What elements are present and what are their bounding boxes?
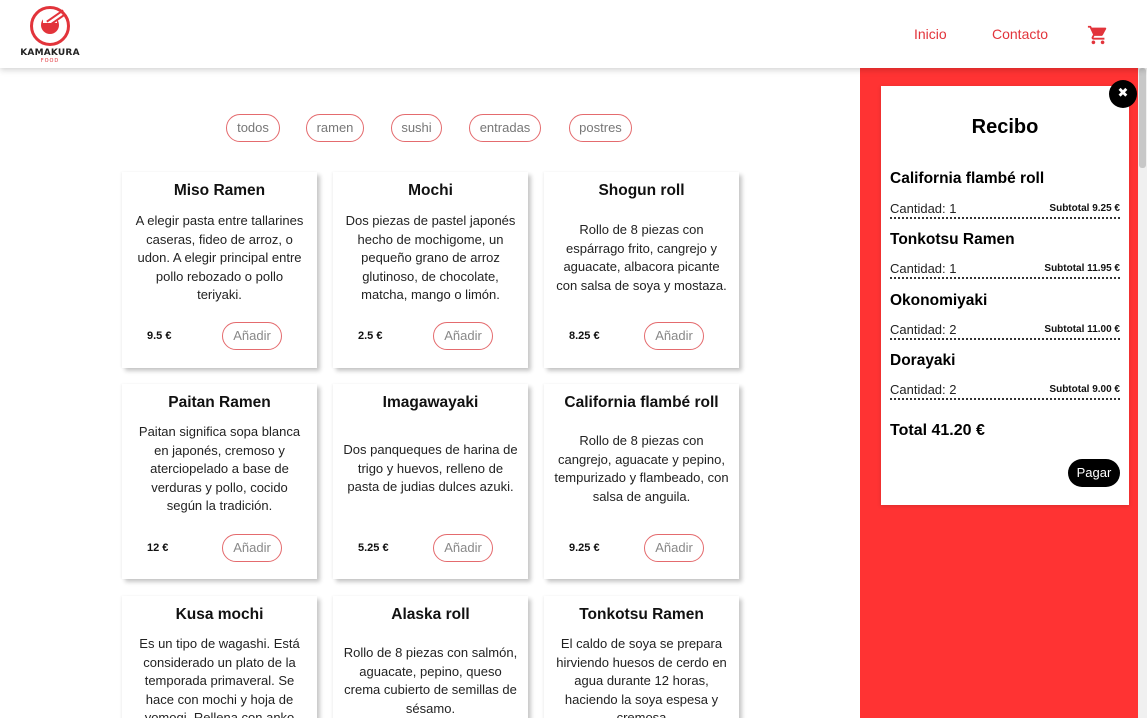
product-description: Paitan significa sopa blanca en japonés,… — [138, 424, 301, 513]
receipt-item-quantity: Cantidad: 1 — [890, 201, 957, 216]
product-name: Alaska roll — [391, 606, 470, 623]
product-card: Paitan Ramen Paitan significa sopa blanc… — [122, 384, 317, 579]
filter-todos[interactable]: todos — [226, 114, 280, 142]
product-card: Kusa mochi Es un tipo de wagashi. Está c… — [122, 596, 317, 718]
filter-sushi[interactable]: sushi — [391, 114, 442, 142]
add-to-cart-button[interactable]: Añadir — [644, 534, 704, 562]
receipt-item-row: Cantidad: 1 Subtotal 11.95 € — [890, 261, 1120, 279]
receipt-item-name: Okonomiyaki — [890, 292, 988, 309]
scrollbar-thumb[interactable] — [1139, 68, 1146, 168]
filter-postres[interactable]: postres — [569, 114, 632, 142]
product-name: Imagawayaki — [382, 394, 479, 411]
receipt-item-subtotal: Subtotal 11.95 € — [1044, 263, 1120, 274]
product-price: 9.25 € — [569, 542, 600, 554]
receipt-item-subtotal: Subtotal 9.25 € — [1049, 203, 1120, 214]
add-to-cart-button[interactable]: Añadir — [644, 322, 704, 350]
product-name: California flambé roll — [564, 394, 719, 411]
product-name: Mochi — [408, 182, 453, 199]
brand-subtitle: FOOD — [40, 58, 60, 64]
receipt-item-quantity: Cantidad: 1 — [890, 261, 957, 276]
receipt-item-quantity: Cantidad: 2 — [890, 322, 957, 337]
receipt-item-row: Cantidad: 1 Subtotal 9.25 € — [890, 201, 1120, 219]
receipt-item-name: Tonkotsu Ramen — [890, 231, 1015, 248]
product-description: Rollo de 8 piezas con cangrejo, aguacate… — [554, 433, 729, 504]
product-card: Shogun roll Rollo de 8 piezas con espárr… — [544, 172, 739, 368]
receipt-item-quantity: Cantidad: 2 — [890, 382, 957, 397]
product-card: Alaska roll Rollo de 8 piezas con salmón… — [333, 596, 528, 718]
receipt-item-name: California flambé roll — [890, 170, 1045, 187]
product-description: Rollo de 8 piezas con salmón, aguacate, … — [343, 645, 518, 716]
product-description: A elegir pasta entre tallarines caseras,… — [135, 213, 304, 302]
product-price: 5.25 € — [358, 542, 389, 554]
receipt-item-row: Cantidad: 2 Subtotal 11.00 € — [890, 322, 1120, 340]
nav-contact-link[interactable]: Contacto — [992, 26, 1048, 42]
product-card: Tonkotsu Ramen El caldo de soya se prepa… — [544, 596, 739, 718]
filter-ramen[interactable]: ramen — [306, 114, 364, 142]
receipt-title: Recibo — [971, 116, 1039, 138]
product-name: Tonkotsu Ramen — [579, 606, 704, 623]
product-price: 2.5 € — [358, 330, 383, 342]
ramen-bowl-icon — [30, 6, 70, 46]
add-to-cart-button[interactable]: Añadir — [433, 322, 493, 350]
product-card: California flambé roll Rollo de 8 piezas… — [544, 384, 739, 579]
product-card: Imagawayaki Dos panqueques de harina de … — [333, 384, 528, 579]
product-description: Es un tipo de wagashi. Está considerado … — [139, 636, 300, 718]
product-card: Mochi Dos piezas de pastel japonés hecho… — [333, 172, 528, 368]
product-description: Dos piezas de pastel japonés hecho de mo… — [345, 213, 516, 302]
receipt-card: Recibo California flambé roll Cantidad: … — [881, 86, 1129, 505]
product-card: Miso Ramen A elegir pasta entre tallarin… — [122, 172, 317, 368]
receipt-total: Total 41.20 € — [890, 422, 985, 439]
kamakura-logo[interactable]: KAMAKURA FOOD — [20, 6, 80, 64]
receipt-item-subtotal: Subtotal 9.00 € — [1049, 384, 1120, 395]
brand-name: KAMAKURA — [20, 48, 80, 58]
page-scrollbar[interactable] — [1138, 68, 1147, 718]
category-filters: todos ramen sushi entradas postres — [0, 114, 860, 142]
product-description: Dos panqueques de harina de trigo y huev… — [343, 442, 518, 494]
product-price: 8.25 € — [569, 330, 600, 342]
add-to-cart-button[interactable]: Añadir — [433, 534, 493, 562]
product-description: Rollo de 8 piezas con espárrago frito, c… — [556, 222, 727, 293]
add-to-cart-button[interactable]: Añadir — [222, 322, 282, 350]
product-name: Shogun roll — [598, 182, 685, 199]
nav-home-link[interactable]: Inicio — [914, 26, 947, 42]
receipt-item-subtotal: Subtotal 11.00 € — [1044, 324, 1120, 335]
product-name: Miso Ramen — [173, 182, 266, 199]
product-name: Kusa mochi — [175, 606, 264, 623]
receipt-item-row: Cantidad: 2 Subtotal 9.00 € — [890, 382, 1120, 400]
product-price: 12 € — [147, 542, 169, 554]
product-description: El caldo de soya se prepara hirviendo hu… — [556, 636, 727, 718]
pay-button[interactable]: Pagar — [1068, 459, 1120, 487]
product-name: Paitan Ramen — [168, 394, 271, 411]
close-icon[interactable]: ✖ — [1109, 80, 1137, 108]
receipt-item-name: Dorayaki — [890, 352, 956, 369]
shopping-cart-icon[interactable] — [1087, 24, 1109, 46]
site-header: KAMAKURA FOOD Inicio Contacto — [0, 0, 1147, 68]
filter-entradas[interactable]: entradas — [469, 114, 541, 142]
add-to-cart-button[interactable]: Añadir — [222, 534, 282, 562]
product-price: 9.5 € — [147, 330, 172, 342]
